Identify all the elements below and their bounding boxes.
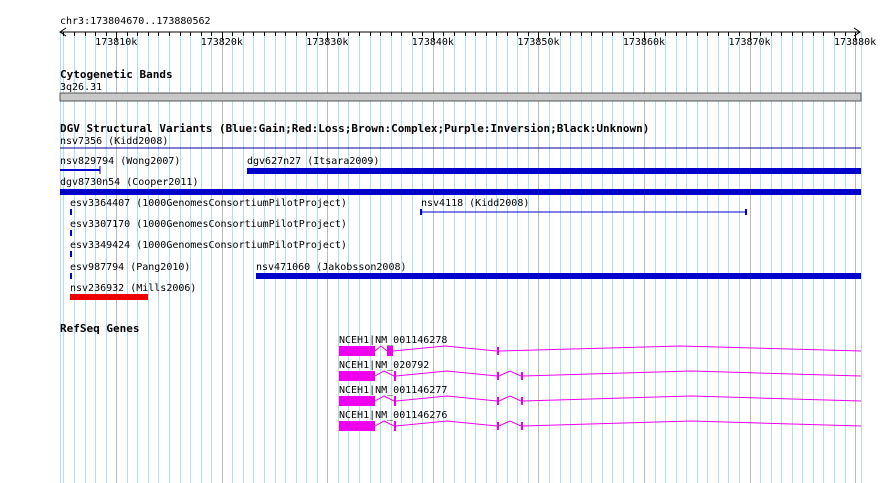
feature-nsv471060[interactable]: nsv471060 (Jakobsson2008): [256, 262, 861, 279]
feature-nsv236932[interactable]: nsv236932 (Mills2006): [70, 283, 196, 300]
feature-label: esv3307170 (1000GenomesConsortiumPilotPr…: [70, 219, 347, 230]
feature-nsv829794[interactable]: nsv829794 (Wong2007): [60, 156, 180, 174]
genome-browser-view: chr3:173804670..173880562 173810k 173820k…: [59, 16, 876, 483]
ruler-tick-label: 173860k: [623, 37, 665, 48]
ruler-tick-label: 173810k: [95, 37, 137, 48]
cytoband-label: 3q26.31: [60, 82, 102, 93]
feature-esv3349424[interactable]: esv3349424 (1000GenomesConsortiumPilotPr…: [70, 240, 347, 257]
track-title-dgv: DGV Structural Variants (Blue:Gain;Red:L…: [60, 122, 649, 135]
feature-dgv627n27[interactable]: dgv627n27 (Itsara2009): [247, 156, 861, 174]
feature-label: esv987794 (Pang2010): [70, 262, 190, 273]
location-label: chr3:173804670..173880562: [60, 16, 211, 27]
feature-label: esv3364407 (1000GenomesConsortiumPilotPr…: [70, 198, 347, 209]
feature-label: nsv4118 (Kidd2008): [421, 198, 529, 209]
transcript-nm-001146278[interactable]: NCEH1|NM_001146278: [339, 335, 862, 356]
ruler: chr3:173804670..173880562 173810k 173820k…: [59, 16, 876, 48]
feature-label: nsv829794 (Wong2007): [60, 156, 180, 167]
track-title-cytobands: Cytogenetic Bands: [60, 68, 173, 81]
feature-label: esv3349424 (1000GenomesConsortiumPilotPr…: [70, 240, 347, 251]
transcript-nm-001146276[interactable]: NCEH1|NM_001146276: [339, 410, 862, 431]
ruler-tick-label: 173830k: [306, 37, 348, 48]
ruler-tick-label: 173870k: [728, 37, 770, 48]
feature-dgv8730n54[interactable]: dgv8730n54 (Cooper2011): [60, 177, 861, 195]
feature-esv3307170[interactable]: esv3307170 (1000GenomesConsortiumPilotPr…: [70, 219, 347, 236]
ruler-tick-label: 173840k: [412, 37, 454, 48]
ruler-tick-label: 173880k: [834, 37, 876, 48]
feature-label: dgv627n27 (Itsara2009): [247, 156, 379, 167]
transcript-nm-020792[interactable]: NCEH1|NM_020792: [339, 360, 862, 381]
feature-label: nsv471060 (Jakobsson2008): [256, 262, 407, 273]
transcript-nm-001146277[interactable]: NCEH1|NM_001146277: [339, 385, 862, 406]
transcript-label: NCEH1|NM_020792: [339, 360, 429, 371]
feature-label: nsv7356 (Kidd2008): [60, 136, 168, 147]
ruler-tick-label: 173820k: [201, 37, 243, 48]
feature-esv987794[interactable]: esv987794 (Pang2010): [70, 262, 190, 279]
transcript-label: NCEH1|NM_001146277: [339, 385, 447, 396]
track-title-refseq: RefSeq Genes: [60, 322, 139, 335]
cytoband-bar[interactable]: [59, 92, 862, 102]
feature-esv3364407[interactable]: esv3364407 (1000GenomesConsortiumPilotPr…: [70, 198, 347, 215]
feature-label: dgv8730n54 (Cooper2011): [60, 177, 198, 188]
feature-label: nsv236932 (Mills2006): [70, 283, 196, 294]
ruler-tick-label: 173850k: [517, 37, 559, 48]
transcript-label: NCEH1|NM_001146276: [339, 410, 447, 421]
transcript-label: NCEH1|NM_001146278: [339, 335, 447, 346]
